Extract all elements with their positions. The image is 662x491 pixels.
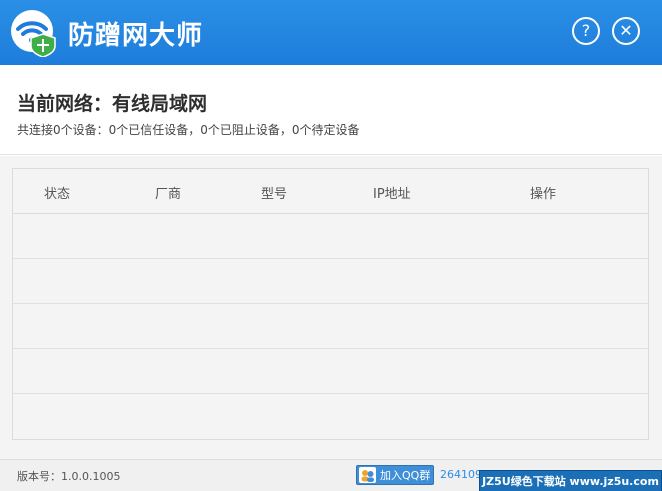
- column-actions: 操作: [530, 187, 557, 202]
- table-row: [13, 349, 648, 394]
- wifi-shield-logo-icon: [10, 9, 60, 58]
- device-table: 状态 厂商 型号 IP地址 操作: [12, 168, 649, 440]
- column-model: 型号: [261, 187, 288, 202]
- column-ip-address: IP地址: [373, 187, 411, 202]
- close-icon: ✕: [619, 21, 633, 40]
- site-watermark: JZ5U绿色下载站 www.jz5u.com: [479, 470, 662, 491]
- column-vendor: 厂商: [155, 187, 182, 202]
- qq-group-number: 264109: [440, 468, 482, 481]
- status-bar: 版本号：1.0.0.1005 加入QQ群 264109 JZ5U绿色下载站 ww…: [0, 459, 662, 491]
- device-summary: 共连接0个设备：0个已信任设备，0个已阻止设备，0个待定设备: [17, 123, 360, 137]
- network-info-panel: 当前网络：有线局域网 共连接0个设备：0个已信任设备，0个已阻止设备，0个待定设…: [0, 65, 662, 155]
- title-bar: 防蹭网大师 ? ✕: [0, 0, 662, 65]
- table-row: [13, 394, 648, 439]
- table-row: [13, 259, 648, 304]
- help-icon: ?: [581, 21, 591, 40]
- app-title: 防蹭网大师: [68, 21, 204, 51]
- table-row: [13, 214, 648, 259]
- column-status: 状态: [44, 187, 71, 202]
- close-button[interactable]: ✕: [612, 17, 640, 45]
- help-button[interactable]: ?: [572, 17, 600, 45]
- table-row: [13, 304, 648, 349]
- join-qq-group-button[interactable]: 加入QQ群: [356, 465, 434, 485]
- version-label: 版本号：1.0.0.1005: [17, 470, 121, 483]
- device-list-area: 状态 厂商 型号 IP地址 操作: [0, 156, 662, 459]
- table-header: 状态 厂商 型号 IP地址 操作: [13, 169, 648, 214]
- network-title: 当前网络：有线局域网: [17, 93, 208, 115]
- join-qq-group-label: 加入QQ群: [380, 469, 431, 482]
- qq-group-icon: [359, 467, 376, 483]
